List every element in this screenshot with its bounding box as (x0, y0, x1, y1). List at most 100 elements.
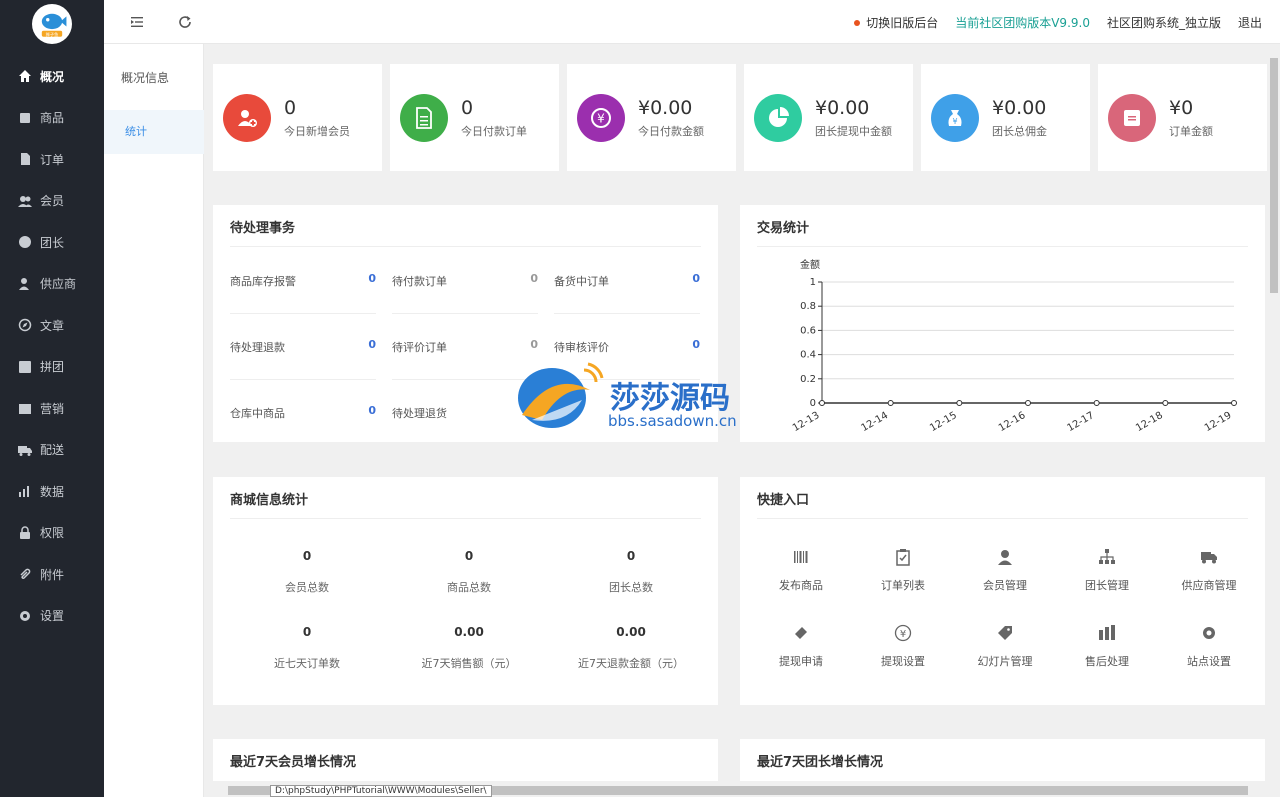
vertical-scrollbar[interactable] (1268, 44, 1280, 781)
sidebar-item-8[interactable]: 营销 (0, 388, 104, 428)
quick-entry[interactable]: ¥ 提现设置 (863, 623, 943, 669)
svg-text:¥: ¥ (952, 117, 957, 126)
mall-stat: 0 近七天订单数 (232, 625, 382, 671)
refresh-button[interactable] (177, 14, 193, 30)
subnav-item-stats[interactable]: 统计 (104, 110, 204, 154)
topbar-right: 切换旧版后台 当前社区团购版本V9.9.0 社区团购系统_独立版 退出 (854, 0, 1280, 44)
sidebar-item-10[interactable]: 数据 (0, 471, 104, 511)
sidebar-item-11[interactable]: 权限 (0, 513, 104, 553)
sidebar-item-6[interactable]: 文章 (0, 305, 104, 345)
todo-item[interactable]: 仓库中商品 0 (230, 380, 376, 446)
data-point (1231, 400, 1237, 406)
mall-stat-value: 0 (302, 549, 312, 563)
stat-label: 团长总佣金 (992, 125, 1047, 138)
subnav: 概况信息 统计 (104, 44, 204, 797)
sidebar-item-3[interactable]: 会员 (0, 181, 104, 221)
y-tick-label: 0 (810, 398, 816, 409)
todo-item[interactable]: 待付款订单 0 (392, 248, 538, 314)
todo-item[interactable]: 备货中订单 0 (554, 248, 700, 314)
stat-card[interactable]: ¥ ¥0.00 团长总佣金 (921, 64, 1090, 171)
todo-count: 0 (368, 272, 376, 285)
member-icon (18, 194, 32, 208)
stat-card[interactable]: ¥0.00 团长提现中金额 (744, 64, 913, 171)
x-tick-label: 12-14 (859, 410, 890, 434)
todo-count: 0 (368, 338, 376, 351)
quick-entry[interactable]: 提现申请 (761, 623, 841, 669)
mall-stat-value: 0 (464, 549, 474, 563)
quick-entry[interactable]: 站点设置 (1169, 623, 1249, 669)
sidebar-item-2[interactable]: 订单 (0, 139, 104, 179)
quick-entry[interactable]: 供应商管理 (1169, 547, 1249, 593)
svg-text:¥: ¥ (597, 112, 605, 126)
truck-icon (1169, 547, 1249, 567)
pie-icon (754, 94, 802, 142)
version-link[interactable]: 当前社区团购版本V9.9.0 (955, 14, 1090, 31)
gear-icon (1169, 623, 1249, 643)
yen-icon: ¥ (577, 94, 625, 142)
svg-text:¥: ¥ (900, 629, 906, 640)
watermark-logo: 莎莎源码 bbs.sasadown.cn (518, 362, 737, 430)
stat-card[interactable]: ¥ ¥0.00 今日付款金额 (567, 64, 736, 171)
sidebar-item-12[interactable]: 附件 (0, 554, 104, 594)
todo-label: 商品库存报警 (230, 275, 296, 288)
money-bag-icon: ¥ (931, 94, 979, 142)
logo[interactable]: 狮子鱼 (32, 4, 72, 44)
sidebar: 狮子鱼 概况商品 订单会员团长 供应商文章拼团营销配送数据权限 附件 设置 (0, 0, 104, 797)
quick-entry[interactable]: 会员管理 (965, 547, 1045, 593)
collapse-menu-button[interactable] (129, 14, 145, 30)
mall-stat-value: 0 (302, 625, 312, 639)
sidebar-item-label: 会员 (40, 194, 65, 208)
todo-label: 待评价订单 (392, 341, 447, 354)
stat-card[interactable]: ¥0 订单金额 (1098, 64, 1267, 171)
quick-entry[interactable]: 发布商品 (761, 547, 841, 593)
logout-button[interactable]: 退出 (1238, 14, 1262, 31)
scroll-thumb[interactable] (1270, 58, 1278, 293)
supplier-icon (18, 277, 32, 291)
x-tick-label: 12-18 (1134, 410, 1165, 434)
quick-entry[interactable]: 售后处理 (1067, 623, 1147, 669)
y-tick-label: 1 (810, 277, 816, 288)
sidebar-item-13[interactable]: 设置 (0, 596, 104, 636)
sidebar-item-label: 数据 (40, 484, 65, 499)
y-tick-label: 0.4 (800, 350, 816, 361)
stat-value: ¥0.00 (992, 97, 1047, 119)
clipboard-check-icon (863, 547, 943, 567)
sidebar-item-label: 配送 (40, 443, 65, 457)
stat-label: 今日付款订单 (461, 125, 527, 138)
quick-entry-label: 团长管理 (1085, 579, 1129, 592)
sidebar-item-4[interactable]: 团长 (0, 222, 104, 262)
stat-card[interactable]: 0 今日新增会员 (213, 64, 382, 171)
sidebar-item-7[interactable]: 拼团 (0, 347, 104, 387)
sidebar-item-label: 文章 (40, 318, 65, 333)
quick-entry[interactable]: 团长管理 (1067, 547, 1147, 593)
todo-count: 0 (692, 272, 700, 285)
todo-item[interactable]: 待处理退款 0 (230, 314, 376, 380)
sidebar-item-label: 营销 (40, 401, 65, 416)
sidebar-item-5[interactable]: 供应商 (0, 264, 104, 304)
stat-card[interactable]: 0 今日付款订单 (390, 64, 559, 171)
sidebar-item-0[interactable]: 概况 (0, 56, 104, 96)
lock-icon (18, 525, 32, 540)
mall-stat-value: 0 (626, 549, 636, 563)
topbar: 切换旧版后台 当前社区团购版本V9.9.0 社区团购系统_独立版 退出 (104, 0, 1280, 44)
goods-icon (18, 111, 32, 125)
stat-label: 今日新增会员 (284, 125, 350, 138)
sidebar-item-label: 拼团 (40, 360, 65, 374)
menu-fold-icon (131, 17, 143, 27)
sidebar-item-1[interactable]: 商品 (0, 98, 104, 138)
compass-icon (18, 318, 32, 332)
todo-item[interactable]: 商品库存报警 0 (230, 248, 376, 314)
org-chart-icon (1067, 547, 1147, 567)
stat-value: ¥0.00 (638, 97, 693, 119)
sidebar-item-9[interactable]: 配送 (0, 430, 104, 470)
switch-old-link[interactable]: 切换旧版后台 (854, 14, 938, 31)
quick-entry[interactable]: 幻灯片管理 (965, 623, 1045, 669)
group-buy-icon (18, 360, 32, 374)
data-point (1025, 400, 1031, 406)
sidebar-item-label: 概况 (40, 69, 65, 84)
watermark-url: bbs.sasadown.cn (608, 412, 737, 430)
switch-old-label: 切换旧版后台 (866, 15, 939, 30)
mall-stat: 0 团长总数 (556, 549, 706, 595)
todo-count: 0 (530, 272, 538, 285)
quick-entry[interactable]: 订单列表 (863, 547, 943, 593)
